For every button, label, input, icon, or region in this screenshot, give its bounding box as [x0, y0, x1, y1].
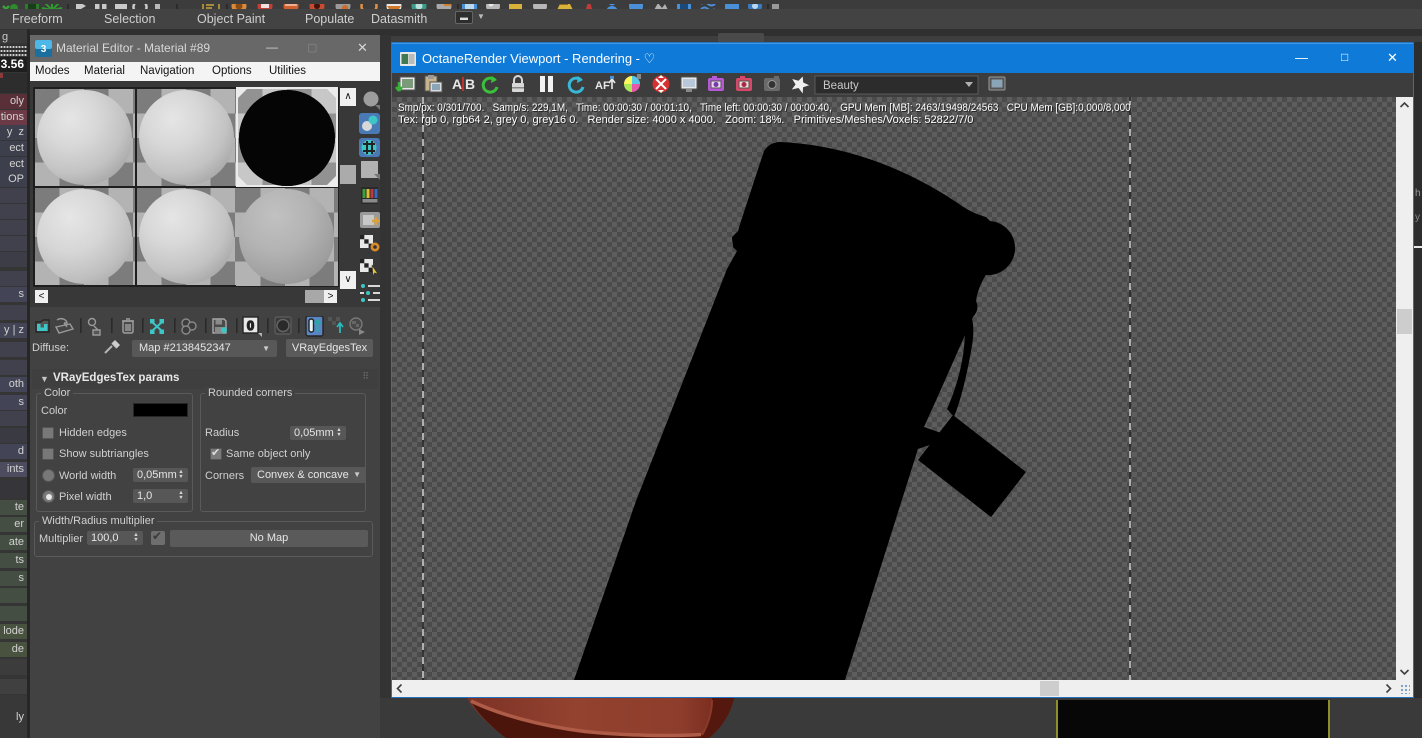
- svg-text:AF: AF: [595, 80, 610, 92]
- svg-text:B: B: [465, 76, 475, 92]
- svg-text:0: 0: [247, 318, 254, 333]
- svg-text:Beauty: Beauty: [823, 80, 859, 92]
- svg-text:A: A: [452, 76, 462, 92]
- svg-text:3: 3: [41, 44, 47, 55]
